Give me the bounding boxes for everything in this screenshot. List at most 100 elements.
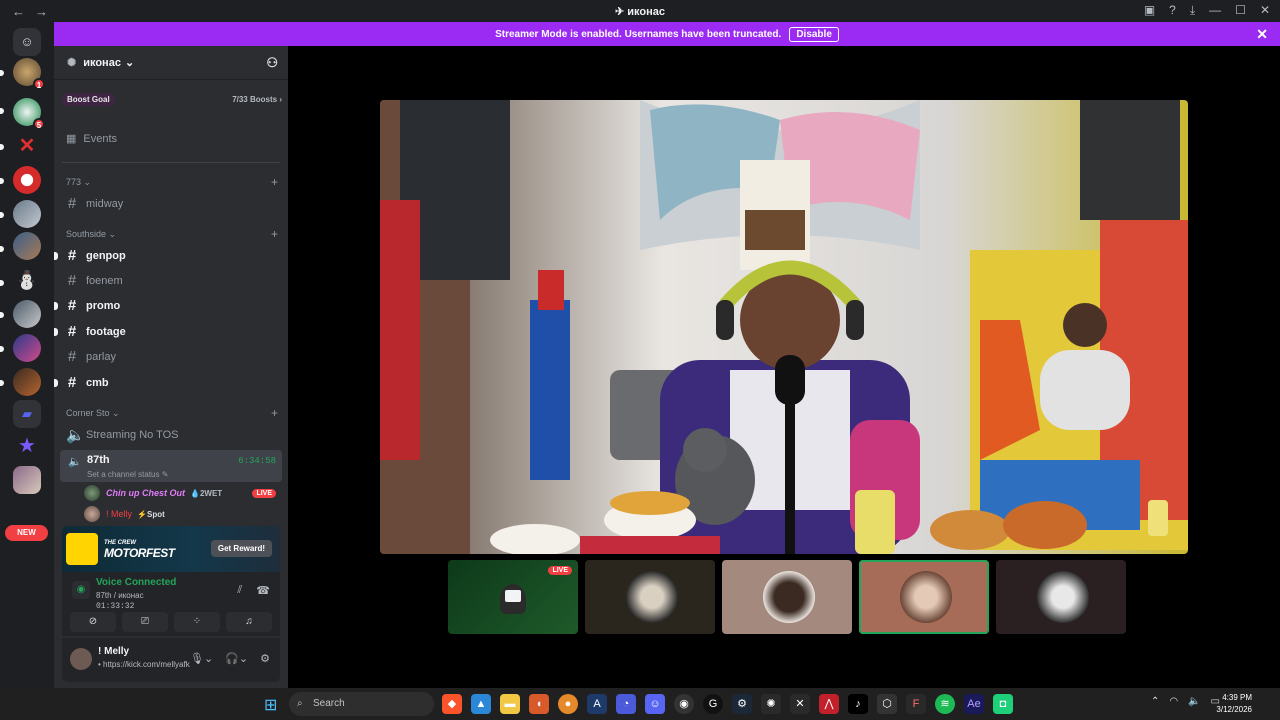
category-773[interactable]: 773 ⌄ + [66,175,278,189]
tiktok-icon[interactable]: ♪ [848,694,868,714]
discord-icon[interactable]: ☺ [645,694,665,714]
add-channel-icon[interactable]: + [271,175,278,189]
channel-foenem[interactable]: # foenem [66,272,278,289]
forward-icon[interactable]: → [35,4,48,19]
wifi-icon[interactable]: ◠ [1169,696,1178,707]
close-banner-icon[interactable]: ✕ [1256,26,1268,43]
soundboard-button[interactable]: ♫ [226,612,272,632]
minimize-icon[interactable]: — [1209,3,1221,18]
server-icon[interactable]: ★ [13,432,41,460]
disable-button[interactable]: Disable [789,26,839,42]
avatar [1037,571,1089,623]
close-icon[interactable]: ✕ [1260,3,1270,18]
server-icon[interactable] [13,166,41,194]
help-icon[interactable]: ? [1169,3,1176,18]
voice-user-name: Chin up Chest Out [106,488,185,498]
participant-tile[interactable]: LIVE [448,560,578,634]
signal-icon[interactable]: ◉ [72,581,90,599]
camera-off-button[interactable]: ⊘ [70,612,116,632]
voice-user[interactable]: Chin up Chest Out 💧2WET LIVE [84,484,276,502]
voice-channel-streaming[interactable]: 🔈 Streaming No TOS [66,426,278,444]
spotify-icon[interactable]: ≋ [935,694,955,714]
unread-pill [0,144,4,150]
app-icon[interactable]: ◖ [529,694,549,714]
channel-footage[interactable]: # footage [54,323,278,340]
participant-tile[interactable] [722,560,852,634]
folder-icon[interactable]: ▰ [13,400,41,428]
maximize-icon[interactable]: ☐ [1235,3,1246,18]
file-explorer-icon[interactable]: ▬ [500,694,520,714]
steam-icon[interactable]: ⚙ [732,694,752,714]
events-item[interactable]: ▦ Events [66,132,117,146]
participant-tile-speaking[interactable] [859,560,989,634]
avatar[interactable] [70,648,92,670]
server-icon[interactable] [13,368,41,396]
volume-icon[interactable]: 🔈 [1188,696,1200,707]
server-icon[interactable] [13,232,41,260]
channel-parlay[interactable]: # parlay [66,348,278,365]
add-channel-icon[interactable]: + [271,406,278,420]
app-icon[interactable]: G [703,694,723,714]
back-icon[interactable]: ← [12,4,25,19]
server-icon[interactable] [13,200,41,228]
taskbar-search[interactable]: ⌕ Search [289,692,434,716]
disconnect-icon[interactable]: ☎ [256,584,270,597]
stream-video[interactable] [380,100,1188,554]
microphone-icon[interactable]: 🎙⌄ [190,652,213,665]
user-tag: ⚡Spot [137,509,165,519]
app-icon[interactable]: ◔ [616,694,636,714]
inbox-icon[interactable]: ▣ [1144,3,1155,18]
brave-icon[interactable]: ◆ [442,694,462,714]
server-icon[interactable]: ⛄ [13,266,41,294]
activities-button[interactable]: ⁘ [174,612,220,632]
windows-start-icon[interactable]: ⊞ [264,695,277,715]
chevron-up-icon[interactable]: ⌃ [1151,696,1159,707]
category-corner-sto[interactable]: Corner Sto ⌄ + [66,406,278,420]
add-channel-icon[interactable]: + [271,227,278,241]
server-icon[interactable]: 5 [13,98,45,130]
new-servers-button[interactable]: NEW [5,525,48,541]
channel-cmb[interactable]: # cmb [54,374,278,391]
taskbar-clock[interactable]: 4:39 PM 3/12/2026 [1216,692,1252,716]
app-icon[interactable]: ⬡ [877,694,897,714]
app-icon[interactable]: ◘ [993,694,1013,714]
voice-action-bar: ⊘ ⎚ ⁘ ♫ [62,612,280,636]
server-icon[interactable] [13,334,41,362]
server-icon[interactable] [13,300,41,328]
app-icon[interactable]: A [587,694,607,714]
channel-genpop[interactable]: # genpop [54,247,278,264]
obs-icon[interactable]: ◉ [674,694,694,714]
server-icon: ✈ [614,5,628,18]
voice-channel-87th[interactable]: 🔈 87th 6:34:58 Set a channel status ✎ [60,450,282,482]
server-icon[interactable] [13,466,41,494]
share-screen-button[interactable]: ⎚ [122,612,168,632]
category-southside[interactable]: Southside ⌄ + [66,227,278,241]
app-icon[interactable]: ● [558,694,578,714]
system-tray: ⌃ ◠ 🔈 ▭ [1151,696,1220,707]
participant-tile[interactable] [996,560,1126,634]
invite-icon[interactable]: ⚇ [266,55,278,71]
settings-gear-icon[interactable]: ⚙ [260,652,270,665]
app-icon[interactable]: ✺ [761,694,781,714]
photos-icon[interactable]: ▲ [471,694,491,714]
xbox-icon[interactable]: ✕ [790,694,810,714]
discord-home-icon[interactable]: ☺ [13,28,41,56]
headphones-icon[interactable]: 🎧⌄ [225,652,248,665]
channel-promo[interactable]: # promo [54,297,278,314]
boost-goal[interactable]: Boost Goal 7/33 Boosts › [62,90,282,108]
channel-midway[interactable]: # midway [66,195,278,212]
app-icon[interactable]: ⋀ [819,694,839,714]
voice-location: 87th / иконас [96,591,144,600]
download-icon[interactable]: ⤓ [1190,3,1195,18]
app-icon[interactable]: F [906,694,926,714]
noise-suppression-icon[interactable]: ⫽ [237,584,242,597]
get-reward-button[interactable]: Get Reward! [210,540,272,557]
server-icon[interactable]: 1 [13,58,45,90]
voice-connected-label[interactable]: Voice Connected [96,577,176,588]
participant-tile[interactable] [585,560,715,634]
set-status-link[interactable]: Set a channel status ✎ [87,470,168,479]
server-header[interactable]: ✺ иконас ⌄ ⚇ [54,46,288,80]
after-effects-icon[interactable]: Ae [964,694,984,714]
server-icon[interactable]: ✕ [13,132,41,160]
voice-user[interactable]: ! Melly ⚡Spot [84,505,276,523]
